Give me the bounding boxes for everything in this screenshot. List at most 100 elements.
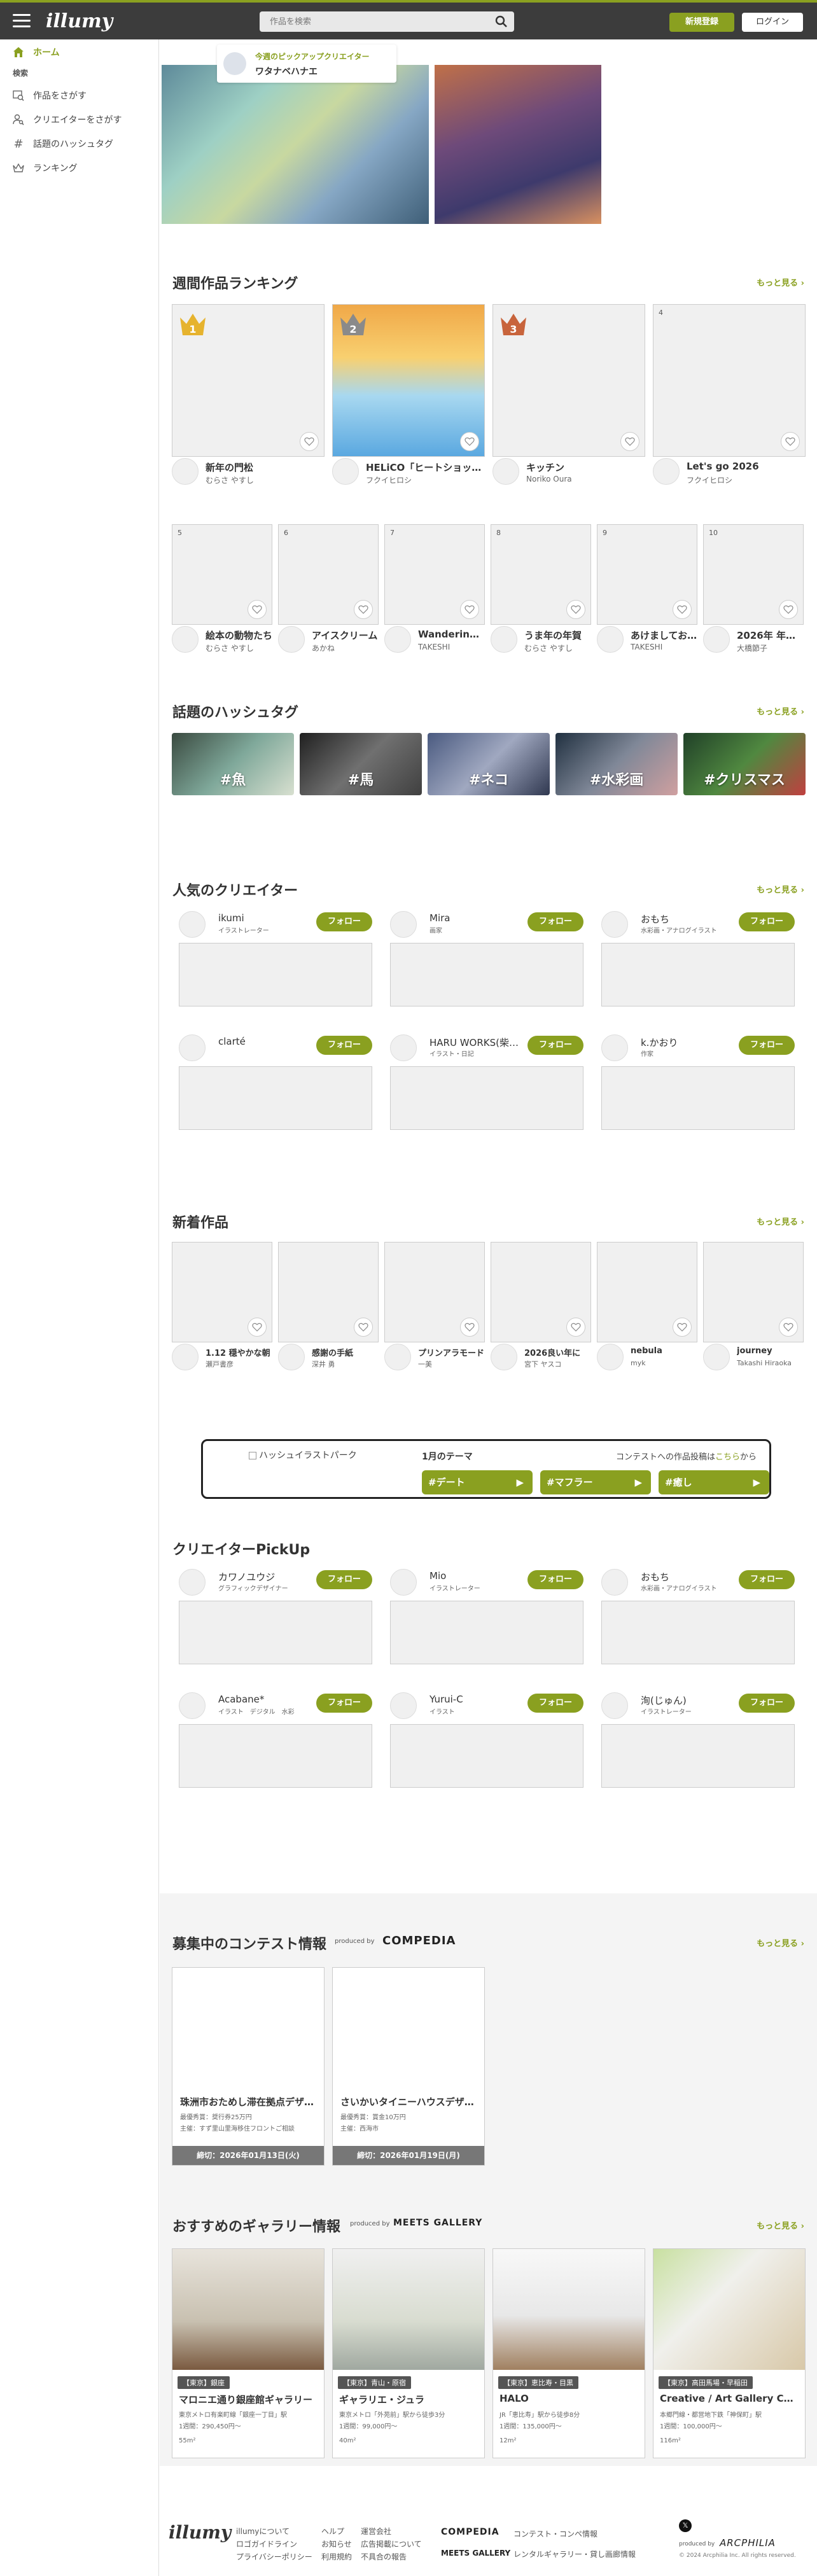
heart-icon[interactable] [781, 432, 800, 451]
ranking-author-7[interactable]: TAKESHI [418, 643, 485, 651]
footer-compedia-logo[interactable]: COMPEDIA [441, 2527, 499, 2537]
creator-works-preview[interactable] [179, 1601, 372, 1664]
theme-tag-healing[interactable]: #癒し ▶ [659, 1470, 769, 1494]
gallery-card[interactable]: 【東京】青山・原宿 ギャラリエ・ジュラ 東京メトロ「外苑前」駅から徒歩3分 1週… [332, 2248, 485, 2458]
follow-button[interactable]: フォロー [739, 1036, 795, 1055]
ranking-title-6[interactable]: アイスクリーム [312, 629, 379, 642]
creator-works-preview[interactable] [601, 1601, 795, 1664]
ranking-author-2[interactable]: フクイヒロシ [366, 475, 485, 485]
newwork-author[interactable]: 瀬戸書彦 [206, 1359, 272, 1369]
footer-meets-logo[interactable]: MEETS GALLERY [441, 2549, 510, 2558]
ranking-title-7[interactable]: Wandering Cat [418, 629, 485, 640]
newworks-more-link[interactable]: もっと見る › [757, 1215, 804, 1227]
avatar[interactable] [390, 1569, 417, 1596]
ranking-author-6[interactable]: あかね [312, 643, 379, 653]
footer-compedia-desc[interactable]: コンテスト・コンペ情報 [513, 2528, 597, 2539]
creator-name[interactable]: clarté [218, 1036, 301, 1047]
sidebar-item-hashtags[interactable]: # 話題のハッシュタグ [13, 136, 113, 151]
creator-name[interactable]: 洵(じゅん) [641, 1694, 723, 1707]
creator-name[interactable]: k.かおり [641, 1036, 723, 1049]
ranking-title-3[interactable]: キッチン [526, 461, 645, 474]
creator-works-preview[interactable] [390, 1724, 583, 1788]
site-logo[interactable]: illumy [46, 10, 113, 32]
contest-card[interactable]: さいかいタイニーハウスデザイン 最優秀賞：賞金10万円 主催：西海市 締切：20… [332, 1967, 485, 2166]
follow-button[interactable]: フォロー [316, 1570, 372, 1589]
avatar[interactable] [179, 911, 206, 938]
creators-more-link[interactable]: もっと見る › [757, 883, 804, 895]
meets-gallery-logo[interactable]: MEETS GALLERY [393, 2218, 482, 2228]
avatar[interactable] [384, 1344, 411, 1370]
ranking-title-5[interactable]: 絵本の動物たち [206, 629, 272, 642]
ranking-title-10[interactable]: 2026年 年賀状 [737, 629, 804, 642]
heart-icon[interactable] [300, 432, 319, 451]
heart-icon[interactable] [566, 1318, 585, 1337]
follow-button[interactable]: フォロー [527, 1694, 583, 1713]
creator-name[interactable]: Yurui-C [429, 1694, 512, 1705]
avatar[interactable] [703, 626, 730, 653]
avatar[interactable] [597, 1344, 624, 1370]
footer-link[interactable]: ヘルプ [321, 2526, 344, 2537]
footer-link[interactable]: 広告掲載について [361, 2538, 422, 2549]
heart-icon[interactable] [779, 1318, 798, 1337]
newwork-author[interactable]: 宮下 ヤスコ [524, 1359, 591, 1369]
follow-button[interactable]: フォロー [316, 1694, 372, 1713]
heart-icon[interactable] [779, 600, 798, 619]
creator-works-preview[interactable] [601, 943, 795, 1006]
ranking-title-9[interactable]: あけましておめでとう [631, 629, 697, 642]
contest-card[interactable]: 珠洲市おためし滞在拠点デザイン 最優秀賞：奨行券25万円 主催：すず里山里海移住… [172, 1967, 325, 2166]
ranking-author-9[interactable]: TAKESHI [631, 643, 697, 651]
newwork-card[interactable] [384, 1242, 485, 1342]
avatar[interactable] [390, 911, 417, 938]
creator-works-preview[interactable] [179, 943, 372, 1006]
ranking-card-5[interactable]: 5 [172, 524, 272, 625]
creator-name[interactable]: おもち [641, 1570, 723, 1584]
creator-name[interactable]: おもち [641, 912, 723, 926]
newwork-author[interactable]: myk [631, 1359, 697, 1367]
search-icon[interactable] [495, 15, 508, 28]
creator-name[interactable]: HARU WORKS(柴田晴香) [429, 1036, 519, 1049]
avatar[interactable] [179, 1692, 206, 1719]
pickup-creator-badge[interactable]: 今週のピックアップクリエイター ワタナベハナエ [217, 45, 396, 83]
pickup-artwork-1[interactable] [162, 65, 429, 224]
ranking-author-5[interactable]: むらさ やすし [206, 643, 272, 653]
footer-link[interactable]: illumyについて [236, 2526, 290, 2537]
creator-name[interactable]: Mio [429, 1570, 512, 1582]
newwork-title[interactable]: プリンアラモード [418, 1346, 485, 1358]
newwork-card[interactable] [278, 1242, 379, 1342]
follow-button[interactable]: フォロー [316, 912, 372, 931]
newwork-author[interactable]: 一美 [418, 1359, 485, 1369]
follow-button[interactable]: フォロー [316, 1036, 372, 1055]
footer-link[interactable]: 運営会社 [361, 2526, 391, 2537]
creator-works-preview[interactable] [390, 1066, 583, 1130]
ranking-title-8[interactable]: うま年の年賀 [524, 629, 591, 642]
avatar[interactable] [384, 626, 411, 653]
ranking-title-4[interactable]: Let's go 2026 [687, 461, 806, 472]
creator-name[interactable]: Acabane* [218, 1694, 301, 1705]
menu-icon[interactable] [13, 14, 31, 28]
avatar[interactable] [601, 1034, 628, 1061]
newwork-author[interactable]: Takashi Hiraoka [737, 1359, 804, 1367]
heart-icon[interactable] [460, 600, 479, 619]
gallery-card[interactable]: 【東京】高田馬場・早稲田 Creative / Art Gallery CORE… [653, 2248, 806, 2458]
avatar[interactable] [653, 458, 680, 485]
newwork-title[interactable]: 感謝の手紙 [312, 1346, 379, 1358]
footer-link[interactable]: 利用規約 [321, 2551, 352, 2562]
avatar[interactable] [390, 1034, 417, 1061]
ranking-card-7[interactable]: 7 [384, 524, 485, 625]
ranking-more-link[interactable]: もっと見る › [757, 276, 804, 288]
compedia-logo[interactable]: COMPEDIA [382, 1934, 456, 1947]
follow-button[interactable]: フォロー [739, 1694, 795, 1713]
ranking-card-9[interactable]: 9 [597, 524, 697, 625]
avatar[interactable] [390, 1692, 417, 1719]
ranking-card-1[interactable]: 1 [172, 304, 325, 457]
ranking-title-2[interactable]: HELiCO「ヒートショック」 [366, 461, 485, 474]
creator-name[interactable]: Mira [429, 912, 512, 924]
footer-meets-desc[interactable]: レンタルギャラリー・貸し画廊情報 [513, 2549, 636, 2559]
newwork-title[interactable]: 1.12 穏やかな朝 [206, 1346, 272, 1358]
galleries-more-link[interactable]: もっと見る › [757, 2219, 804, 2231]
creator-works-preview[interactable] [390, 943, 583, 1006]
newwork-title[interactable]: 2026良い年に [524, 1346, 591, 1358]
footer-logo[interactable]: illumy [169, 2522, 231, 2543]
sidebar-item-home[interactable]: ホーム [13, 45, 60, 60]
avatar[interactable] [278, 626, 305, 653]
